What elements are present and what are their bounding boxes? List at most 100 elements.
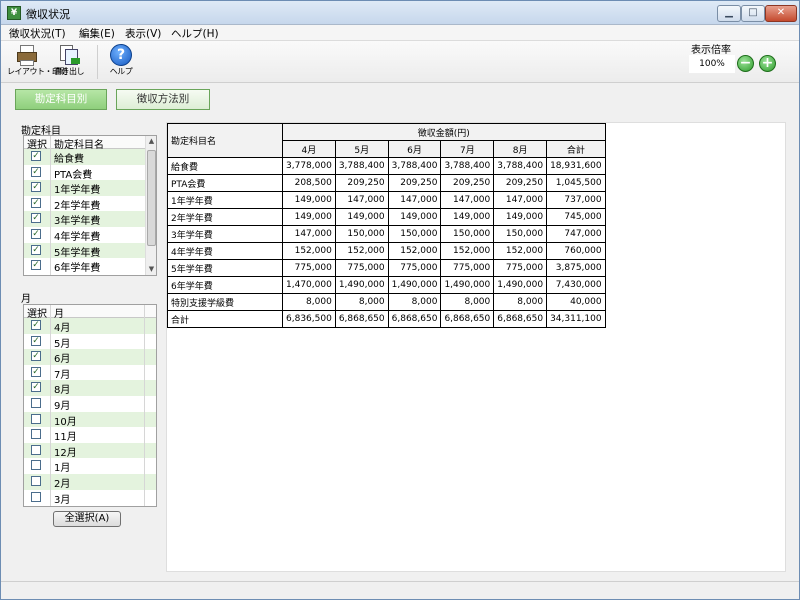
zoom-in-icon[interactable]: + (759, 55, 776, 72)
table-cell: 147,000 (282, 225, 336, 243)
checkbox[interactable]: ✓ (31, 366, 41, 377)
menu-help[interactable]: ヘルプ(H) (171, 26, 219, 41)
list-item-label: PTA会費 (54, 169, 93, 181)
filter-panel: 勘定科目 選択 勘定科目名 ✓ 給食費 ✓ PTA会費 ✓ 1年学年費 ✓ 2年学年費 ✓ 3年学… (15, 122, 157, 532)
select-all-button[interactable]: 全選択(A) (53, 511, 121, 527)
checkbox[interactable]: ✓ (31, 335, 41, 346)
print-label: レイアウト・印刷 (7, 67, 68, 76)
list-item[interactable]: ✓ 5年学年費 (24, 242, 156, 259)
checkbox[interactable] (31, 460, 41, 471)
list-item[interactable]: 12月 (24, 442, 156, 459)
list-item[interactable]: ✓ 6年学年費 (24, 258, 156, 274)
menu-edit[interactable]: 編集(E) (79, 26, 115, 41)
column-header: 合計 (546, 140, 606, 158)
list-item[interactable]: ✓ 4月 (24, 318, 156, 334)
scroll-down-icon[interactable]: ▼ (146, 264, 156, 275)
table-cell: 1,490,000 (387, 276, 442, 294)
zoom-group: 表示倍率 100% − + (687, 41, 783, 77)
table-cell: 152,000 (387, 242, 442, 260)
list-item[interactable]: ✓ 8月 (24, 380, 156, 396)
checkbox[interactable]: ✓ (31, 351, 41, 362)
table-cell: 149,000 (387, 208, 442, 226)
help-button[interactable]: ? ヘルプ (101, 43, 141, 81)
title-bar[interactable]: ¥ 徴収状況 ▁ □ ✕ (1, 1, 799, 25)
checkbox[interactable]: ✓ (31, 320, 41, 330)
list-item[interactable]: ✓ PTA会費 (24, 165, 156, 181)
checkbox[interactable]: ✓ (31, 213, 41, 224)
checkbox[interactable]: ✓ (31, 228, 41, 239)
row-label: 給食費 (167, 157, 283, 175)
checkbox[interactable] (31, 397, 41, 408)
checkbox[interactable] (31, 413, 41, 424)
accounts-scrollbar[interactable]: ▲ ▼ (145, 136, 156, 275)
table-cell: 775,000 (493, 259, 548, 277)
list-item[interactable]: 1月 (24, 458, 156, 474)
zoom-out-icon[interactable]: − (737, 55, 754, 72)
table-cell: 8,000 (440, 293, 495, 311)
maximize-button[interactable]: □ (741, 5, 765, 22)
menu-view[interactable]: 表示(V) (125, 26, 161, 41)
list-item[interactable]: ✓ 5月 (24, 334, 156, 350)
table-cell: 3,788,400 (493, 157, 548, 175)
list-item[interactable]: ✓ 1年学年費 (24, 180, 156, 196)
table-cell: 775,000 (440, 259, 495, 277)
table-cell: 149,000 (334, 208, 389, 226)
table-cell: 8,000 (387, 293, 442, 311)
list-item[interactable]: 2月 (24, 473, 156, 490)
close-button[interactable]: ✕ (765, 5, 797, 22)
list-item[interactable]: ✓ 2年学年費 (24, 196, 156, 212)
table-row: 1年学年費 149,000 147,000 147,000 147,000 147,000… (167, 191, 606, 209)
months-group-label: 月 (21, 294, 31, 305)
table-cell: 209,250 (440, 174, 495, 192)
list-item[interactable]: ✓ 給食費 (24, 149, 156, 165)
months-list[interactable]: 選択 月 ✓ 4月 ✓ 5月 ✓ 6月 ✓ 7月 ✓ 8月 9月 10月 11月 12月 1月 2月 3月 (23, 304, 157, 507)
scroll-up-icon[interactable]: ▲ (146, 136, 156, 147)
checkbox[interactable]: ✓ (31, 197, 41, 208)
table-cell: 149,000 (282, 191, 336, 209)
list-item-label: 10月 (54, 416, 77, 428)
table-cell: 8,000 (282, 293, 336, 311)
table-cell: 149,000 (440, 208, 495, 226)
table-cell: 1,490,000 (440, 276, 495, 294)
checkbox[interactable] (31, 475, 41, 486)
checkbox[interactable]: ✓ (31, 382, 41, 393)
row-label: 4年学年費 (167, 242, 283, 260)
list-item[interactable]: 11月 (24, 427, 156, 443)
list-item[interactable]: ✓ 3年学年費 (24, 211, 156, 227)
checkbox[interactable]: ✓ (31, 260, 41, 271)
tab-by-method[interactable]: 徴収方法別 (116, 89, 210, 110)
export-button[interactable]: 書き出し (49, 43, 89, 81)
list-item[interactable]: ✓ 6月 (24, 349, 156, 365)
group-header: 徴収金額(円) (282, 123, 606, 141)
list-item-label: 1月 (54, 463, 71, 475)
list-item-label: 11月 (54, 432, 77, 444)
table-cell: 147,000 (493, 191, 548, 209)
list-item[interactable]: ✓ 4年学年費 (24, 227, 156, 243)
table-cell: 150,000 (334, 225, 389, 243)
checkbox[interactable]: ✓ (31, 166, 41, 177)
checkbox[interactable]: ✓ (31, 244, 41, 255)
accounts-list[interactable]: 選択 勘定科目名 ✓ 給食費 ✓ PTA会費 ✓ 1年学年費 ✓ 2年学年費 ✓ 3年学年費 ✓ 4年… (23, 135, 157, 276)
table-cell: 3,788,400 (440, 157, 495, 175)
table-cell: 1,490,000 (334, 276, 389, 294)
checkbox[interactable] (31, 444, 41, 455)
menu-status[interactable]: 徴収状況(T) (9, 26, 66, 41)
list-item[interactable]: ✓ 7月 (24, 365, 156, 381)
checkbox[interactable]: ✓ (31, 182, 41, 193)
table-row: 給食費 3,778,000 3,788,400 3,788,400 3,788,400 3… (167, 157, 606, 175)
list-item-label: 2月 (54, 478, 71, 490)
print-button[interactable]: レイアウト・印刷 (7, 43, 68, 81)
list-item[interactable]: 9月 (24, 396, 156, 412)
export-label: 書き出し (54, 67, 85, 76)
checkbox[interactable]: ✓ (31, 151, 41, 161)
minimize-button[interactable]: ▁ (717, 5, 741, 22)
list-item[interactable]: 3月 (24, 490, 156, 506)
tab-by-account[interactable]: 勘定科目別 (15, 89, 107, 110)
column-header: 6月 (387, 140, 442, 158)
list-item[interactable]: 10月 (24, 411, 156, 428)
table-cell: 208,500 (282, 174, 336, 192)
column-header: 8月 (493, 140, 548, 158)
checkbox[interactable] (31, 429, 41, 440)
checkbox[interactable] (31, 491, 41, 502)
scroll-thumb[interactable] (147, 150, 156, 246)
